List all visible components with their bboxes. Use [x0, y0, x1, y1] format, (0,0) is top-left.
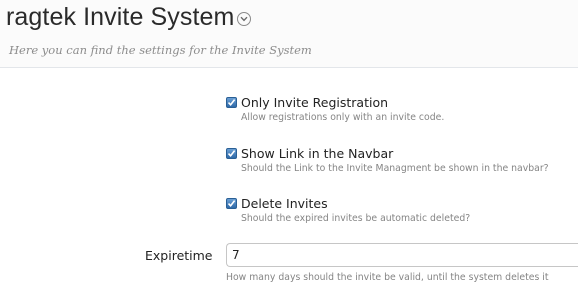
page-title: ragtek Invite System [6, 3, 235, 31]
checkmark-icon [227, 150, 236, 158]
show-link-navbar-checkbox[interactable] [226, 148, 237, 159]
expiretime-input[interactable] [226, 243, 578, 267]
show-link-navbar-label[interactable]: Show Link in the Navbar [241, 146, 393, 161]
delete-invites-description: Should the expired invites be automatic … [241, 213, 471, 224]
option-head: Delete Invites [226, 196, 470, 211]
chevron-down-icon[interactable] [237, 11, 252, 26]
page-subtitle: Here you can find the settings for the I… [9, 43, 312, 57]
expiretime-label: Expiretime [145, 248, 213, 263]
option-show-link-navbar: Show Link in the Navbar Should the Link … [226, 146, 549, 174]
delete-invites-checkbox[interactable] [226, 198, 237, 209]
checkmark-icon [227, 200, 236, 208]
option-head: Only Invite Registration [226, 95, 444, 110]
only-invite-registration-description: Allow registrations only with an invite … [241, 112, 445, 123]
checkmark-icon [227, 99, 236, 107]
option-only-invite-registration: Only Invite Registration Allow registrat… [226, 95, 444, 123]
expiretime-hint: How many days should the invite be valid… [226, 272, 549, 283]
option-delete-invites: Delete Invites Should the expired invite… [226, 196, 470, 224]
delete-invites-label[interactable]: Delete Invites [241, 196, 328, 211]
only-invite-registration-checkbox[interactable] [226, 97, 237, 108]
option-head: Show Link in the Navbar [226, 146, 549, 161]
only-invite-registration-label[interactable]: Only Invite Registration [241, 95, 388, 110]
chevron-down-icon-glyph [240, 16, 248, 21]
show-link-navbar-description: Should the Link to the Invite Managment … [241, 163, 549, 174]
page-header: ragtek Invite System Here you can find t… [0, 0, 578, 68]
title-row: ragtek Invite System [6, 1, 252, 33]
